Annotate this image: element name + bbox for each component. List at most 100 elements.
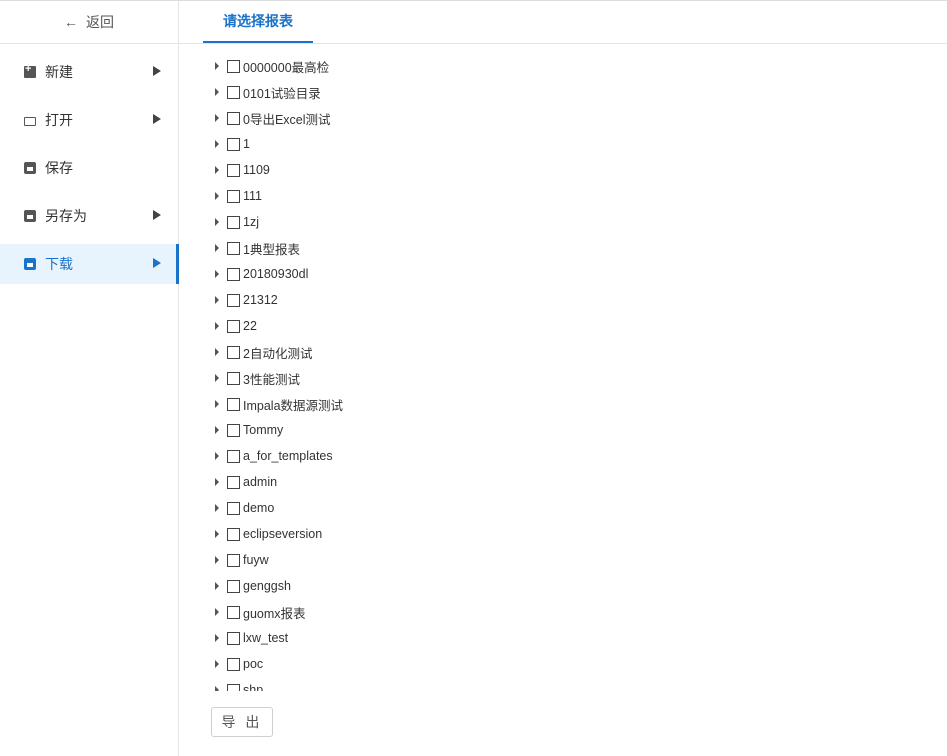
tree-checkbox[interactable]: [227, 215, 240, 229]
sidebar-item-2[interactable]: 保存: [0, 148, 178, 188]
tree-checkbox[interactable]: [227, 293, 240, 307]
tree-node-label: 20180930dl: [243, 267, 309, 281]
expand-caret-icon[interactable]: [215, 270, 219, 278]
tree-node[interactable]: Tommy: [215, 417, 515, 443]
chevron-right-icon: [153, 114, 161, 124]
expand-caret-icon[interactable]: [215, 114, 219, 122]
tree-node[interactable]: fuyw: [215, 547, 515, 573]
tree-checkbox[interactable]: [227, 189, 240, 203]
expand-caret-icon[interactable]: [215, 400, 219, 408]
save-icon: [24, 162, 36, 174]
expand-caret-icon[interactable]: [215, 62, 219, 70]
expand-caret-icon[interactable]: [215, 582, 219, 590]
expand-caret-icon[interactable]: [215, 556, 219, 564]
tree-node-label: 2自动化测试: [243, 346, 313, 361]
expand-caret-icon[interactable]: [215, 218, 219, 226]
tree-checkbox[interactable]: [227, 371, 240, 385]
back-button[interactable]: ← 返回: [0, 1, 178, 44]
expand-caret-icon[interactable]: [215, 426, 219, 434]
expand-caret-icon[interactable]: [215, 322, 219, 330]
expand-caret-icon[interactable]: [215, 634, 219, 642]
tree-node[interactable]: lxw_test: [215, 625, 515, 651]
tree-node[interactable]: poc: [215, 651, 515, 677]
sidebar-item-label: 另存为: [45, 208, 87, 224]
expand-caret-icon[interactable]: [215, 608, 219, 616]
tree-node-label: shp: [243, 683, 264, 691]
tree-node[interactable]: 0000000最高检: [215, 53, 515, 79]
tree-node[interactable]: Impala数据源测试: [215, 391, 515, 417]
tree-checkbox[interactable]: [227, 397, 240, 411]
tree-node[interactable]: 1典型报表: [215, 235, 515, 261]
tree-checkbox[interactable]: [227, 683, 240, 691]
sidebar-item-0[interactable]: 新建: [0, 52, 178, 92]
report-tree[interactable]: 0000000最高检 0101试验目录 0导出Excel测试 1 1109 111 1zj 1…: [215, 53, 515, 691]
expand-caret-icon[interactable]: [215, 192, 219, 200]
tree-node-label: 3性能测试: [243, 372, 300, 387]
tree-checkbox[interactable]: [227, 605, 240, 619]
expand-caret-icon[interactable]: [215, 166, 219, 174]
expand-caret-icon[interactable]: [215, 478, 219, 486]
tree-node[interactable]: 1zj: [215, 209, 515, 235]
sidebar-item-1[interactable]: 打开: [0, 100, 178, 140]
sidebar-item-4[interactable]: 下载: [0, 244, 179, 284]
sidebar-item-3[interactable]: 另存为: [0, 196, 178, 236]
tree-node-label: demo: [243, 501, 275, 515]
tree-checkbox[interactable]: [227, 163, 240, 177]
export-button[interactable]: 导 出: [211, 707, 273, 737]
download-icon: [24, 258, 36, 270]
tree-checkbox[interactable]: [227, 85, 240, 99]
expand-caret-icon[interactable]: [215, 244, 219, 252]
expand-caret-icon[interactable]: [215, 530, 219, 538]
tree-node[interactable]: 3性能测试: [215, 365, 515, 391]
tree-node[interactable]: 0101试验目录: [215, 79, 515, 105]
expand-caret-icon[interactable]: [215, 452, 219, 460]
tree-checkbox[interactable]: [227, 345, 240, 359]
expand-caret-icon[interactable]: [215, 140, 219, 148]
tree-node[interactable]: 1: [215, 131, 515, 157]
tree-checkbox[interactable]: [227, 553, 240, 567]
tree-node[interactable]: a_for_templates: [215, 443, 515, 469]
tree-checkbox[interactable]: [227, 59, 240, 73]
tree-node-label: 1109: [243, 163, 270, 177]
tab-select-report[interactable]: 请选择报表: [203, 1, 313, 43]
expand-caret-icon[interactable]: [215, 504, 219, 512]
tree-checkbox[interactable]: [227, 475, 240, 489]
expand-caret-icon[interactable]: [215, 296, 219, 304]
tree-node[interactable]: shp: [215, 677, 515, 691]
tree-node[interactable]: eclipseversion: [215, 521, 515, 547]
tree-node[interactable]: demo: [215, 495, 515, 521]
expand-caret-icon[interactable]: [215, 88, 219, 96]
tree-node[interactable]: 20180930dl: [215, 261, 515, 287]
tree-checkbox[interactable]: [227, 137, 240, 151]
tree-checkbox[interactable]: [227, 527, 240, 541]
sidebar-item-label: 下载: [45, 256, 73, 272]
tree-node[interactable]: 2自动化测试: [215, 339, 515, 365]
expand-caret-icon[interactable]: [215, 374, 219, 382]
tree-checkbox[interactable]: [227, 241, 240, 255]
expand-caret-icon[interactable]: [215, 660, 219, 668]
tree-checkbox[interactable]: [227, 657, 240, 671]
tree-node-label: 0101试验目录: [243, 86, 321, 101]
tree-node[interactable]: 21312: [215, 287, 515, 313]
sidebar-item-label: 保存: [45, 160, 73, 176]
tree-node[interactable]: admin: [215, 469, 515, 495]
tree-checkbox[interactable]: [227, 423, 240, 437]
tree-node[interactable]: guomx报表: [215, 599, 515, 625]
tree-checkbox[interactable]: [227, 449, 240, 463]
tree-checkbox[interactable]: [227, 501, 240, 515]
tree-checkbox[interactable]: [227, 319, 240, 333]
tree-node-label: Impala数据源测试: [243, 398, 344, 413]
expand-caret-icon[interactable]: [215, 686, 219, 691]
tree-checkbox[interactable]: [227, 631, 240, 645]
expand-caret-icon[interactable]: [215, 348, 219, 356]
tree-node-label: 1zj: [243, 215, 259, 229]
tree-node[interactable]: genggsh: [215, 573, 515, 599]
tree-checkbox[interactable]: [227, 579, 240, 593]
tree-node[interactable]: 0导出Excel测试: [215, 105, 515, 131]
sidebar-menu: 新建打开保存另存为下载: [0, 52, 179, 284]
tree-node[interactable]: 111: [215, 183, 515, 209]
tree-node[interactable]: 1109: [215, 157, 515, 183]
tree-checkbox[interactable]: [227, 267, 240, 281]
tree-node[interactable]: 22: [215, 313, 515, 339]
tree-checkbox[interactable]: [227, 111, 240, 125]
